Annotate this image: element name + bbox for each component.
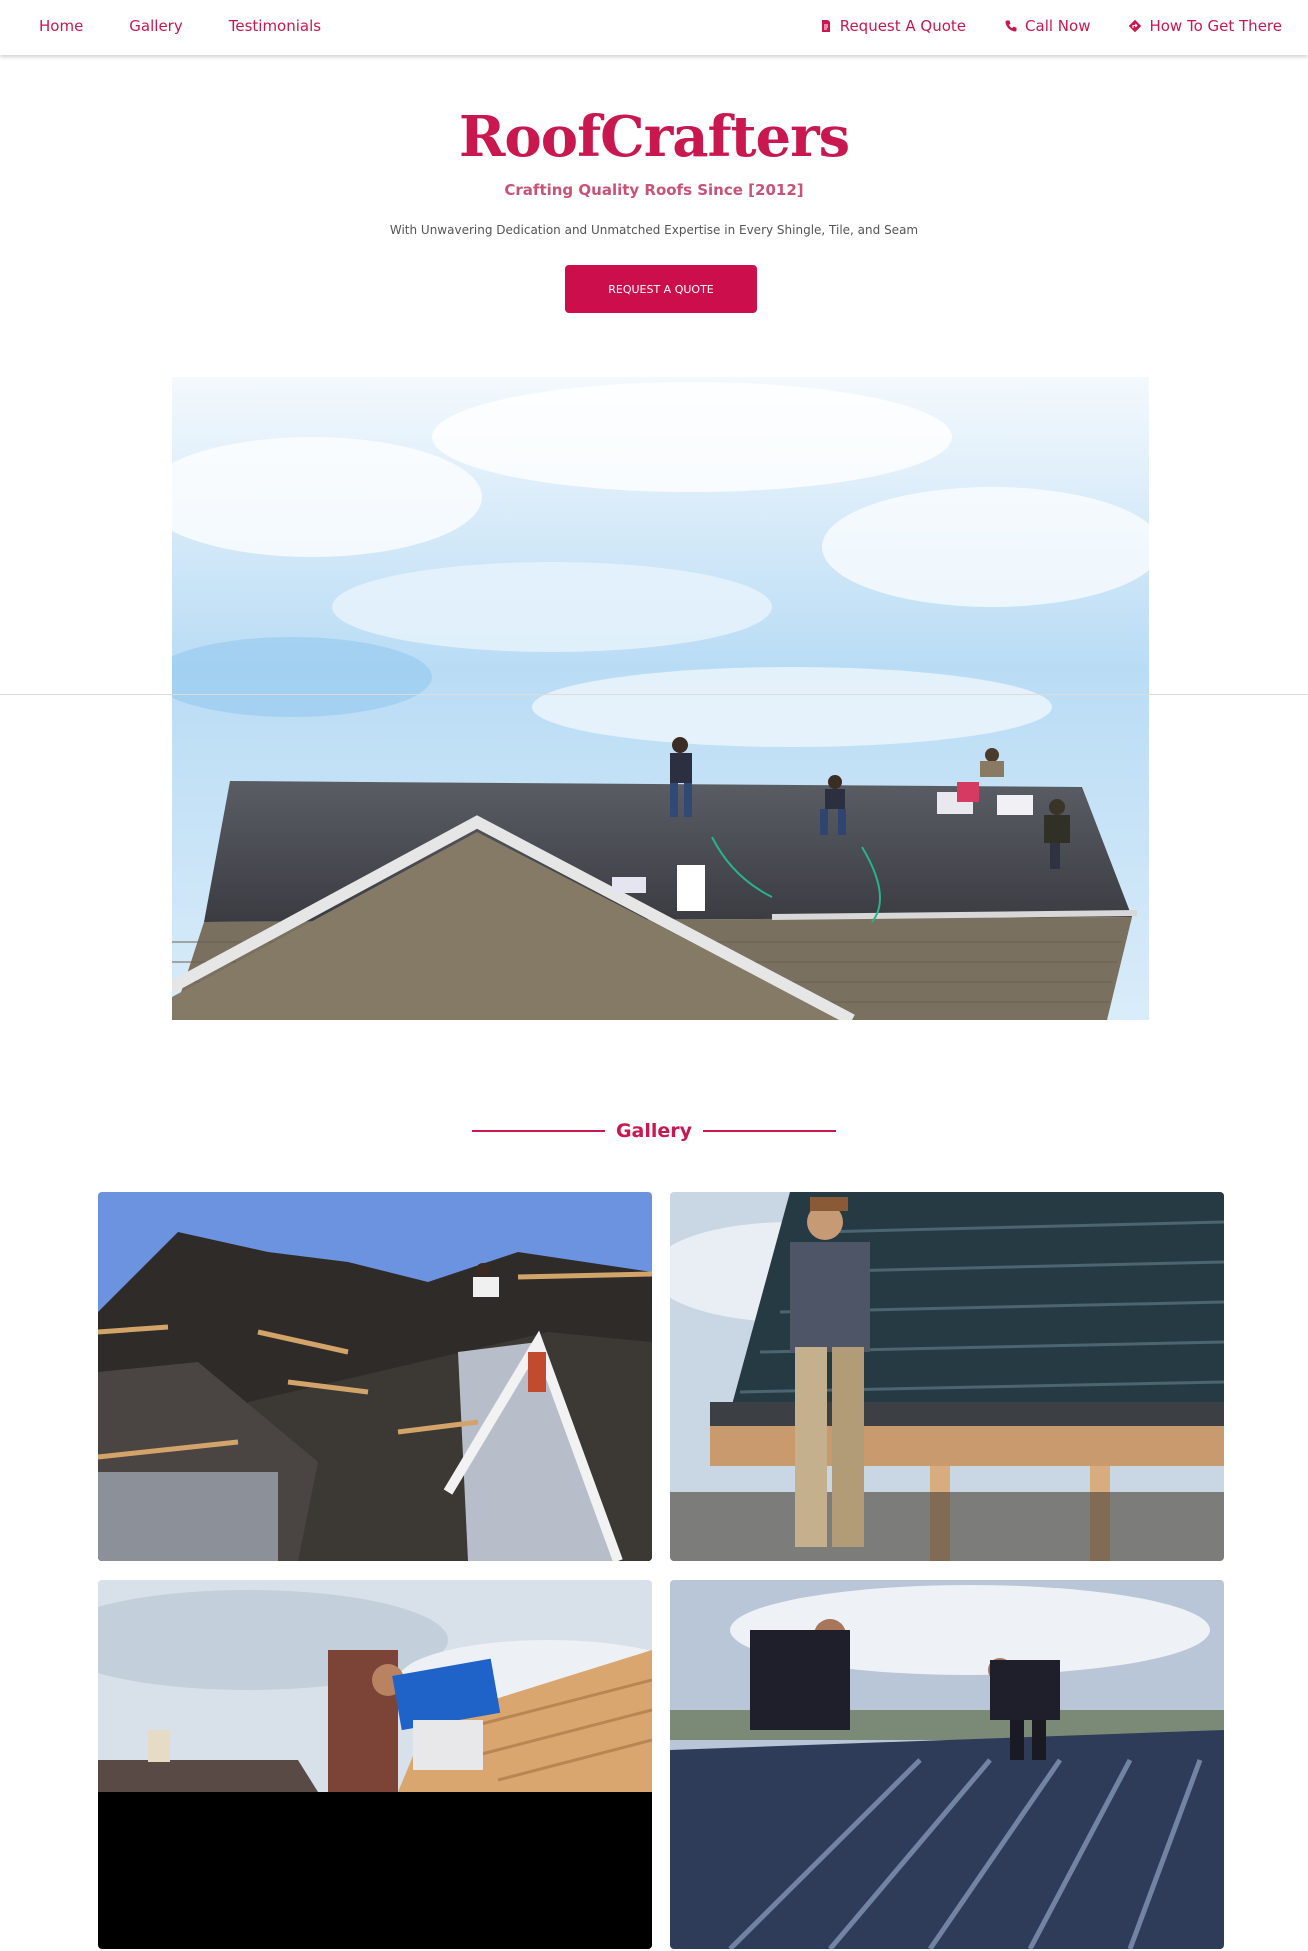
document-icon: [821, 20, 830, 32]
gallery-image-4[interactable]: [670, 1580, 1224, 1949]
gallery-image-2[interactable]: [670, 1192, 1224, 1561]
nav-left-group: Home Gallery Testimonials: [39, 17, 321, 35]
nav-directions-label: How To Get There: [1149, 17, 1282, 35]
brand-title: RoofCrafters: [458, 104, 850, 170]
request-quote-button[interactable]: REQUEST A QUOTE: [565, 265, 757, 313]
hero-tagline: Crafting Quality Roofs Since [2012]: [504, 181, 804, 199]
nav-request-quote-link[interactable]: Request A Quote: [819, 17, 966, 35]
nav-gallery-link[interactable]: Gallery: [129, 17, 182, 35]
nav-request-quote-label: Request A Quote: [839, 17, 967, 35]
nav-directions-link[interactable]: How To Get There: [1128, 17, 1282, 35]
nav-testimonials-link[interactable]: Testimonials: [229, 17, 321, 35]
gallery-heading: Gallery: [0, 1120, 1308, 1142]
heading-line-left: [471, 1130, 605, 1132]
gallery-image-1[interactable]: [98, 1192, 652, 1561]
gallery-image-3[interactable]: [98, 1580, 652, 1949]
nav-call-now-link[interactable]: Call Now: [1004, 17, 1090, 35]
hero-subtext: With Unwavering Dedication and Unmatched…: [389, 223, 919, 237]
nav-call-now-label: Call Now: [1025, 17, 1091, 35]
phone-icon: [1005, 20, 1017, 32]
top-navbar: Home Gallery Testimonials Request A Quot…: [0, 0, 1308, 55]
nav-home-link[interactable]: Home: [39, 17, 83, 35]
nav-right-group: Request A Quote Call Now How To Get Ther…: [819, 17, 1282, 35]
heading-line-right: [703, 1130, 837, 1132]
section-divider: [0, 694, 1308, 695]
gallery-title: Gallery: [615, 1120, 693, 1142]
directions-icon: [1129, 19, 1142, 33]
hero-image-roofers: [172, 377, 1149, 1020]
